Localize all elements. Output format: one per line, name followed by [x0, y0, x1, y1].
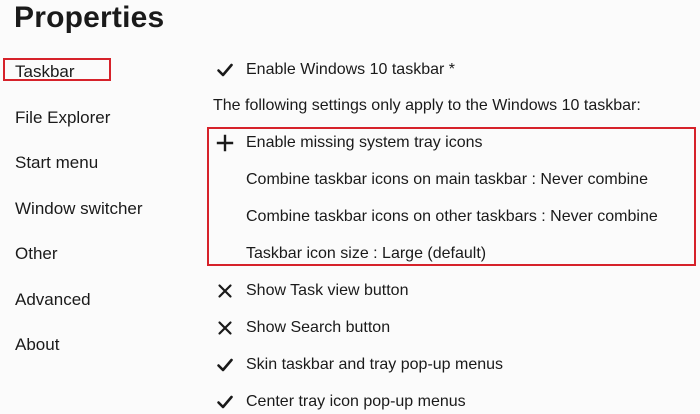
setting-label: Combine taskbar icons on main taskbar : … [246, 171, 648, 188]
skin-popup-menus-toggle[interactable]: Skin taskbar and tray pop-up menus [213, 353, 503, 377]
setting-label: Show Search button [246, 319, 391, 336]
checkmark-icon [213, 58, 237, 82]
combine-icons-main-taskbar-option[interactable]: Combine taskbar icons on main taskbar : … [213, 168, 648, 192]
sidebar-item-file-explorer[interactable]: File Explorer [15, 107, 110, 129]
x-icon [213, 279, 237, 303]
enable-windows10-taskbar-toggle[interactable]: Enable Windows 10 taskbar * [213, 58, 455, 82]
properties-window: Properties Taskbar File Explorer Start m… [0, 0, 700, 413]
center-tray-popup-menus-toggle[interactable]: Center tray icon pop-up menus [213, 390, 466, 414]
setting-label: Skin taskbar and tray pop-up menus [246, 356, 504, 373]
setting-label: Combine taskbar icons on other taskbars … [246, 208, 658, 225]
plus-icon [213, 131, 237, 155]
setting-label: Enable Windows 10 taskbar * [246, 61, 455, 78]
show-task-view-button-toggle[interactable]: Show Task view button [213, 279, 408, 303]
checkmark-icon [213, 353, 237, 377]
setting-label: Enable missing system tray icons [246, 134, 483, 151]
checkmark-icon [213, 390, 237, 414]
sidebar-item-start-menu[interactable]: Start menu [15, 152, 98, 174]
blank-icon [213, 168, 237, 192]
sidebar-item-advanced[interactable]: Advanced [15, 289, 91, 311]
setting-label: Taskbar icon size : Large (default) [246, 245, 487, 262]
sidebar-item-other[interactable]: Other [15, 243, 58, 265]
settings-scope-note: The following settings only apply to the… [213, 97, 641, 114]
sidebar-item-window-switcher[interactable]: Window switcher [15, 198, 143, 220]
enable-missing-tray-icons-toggle[interactable]: Enable missing system tray icons [213, 131, 483, 155]
combine-icons-other-taskbars-option[interactable]: Combine taskbar icons on other taskbars … [213, 205, 658, 229]
blank-icon [213, 242, 237, 266]
sidebar: Taskbar File Explorer Start menu Window … [0, 0, 200, 413]
sidebar-item-about[interactable]: About [15, 334, 59, 356]
blank-icon [213, 205, 237, 229]
taskbar-icon-size-option[interactable]: Taskbar icon size : Large (default) [213, 242, 486, 266]
setting-label: Show Task view button [246, 282, 409, 299]
sidebar-item-taskbar[interactable]: Taskbar [15, 61, 75, 83]
x-icon [213, 316, 237, 340]
setting-label: Center tray icon pop-up menus [246, 393, 466, 410]
show-search-button-toggle[interactable]: Show Search button [213, 316, 390, 340]
